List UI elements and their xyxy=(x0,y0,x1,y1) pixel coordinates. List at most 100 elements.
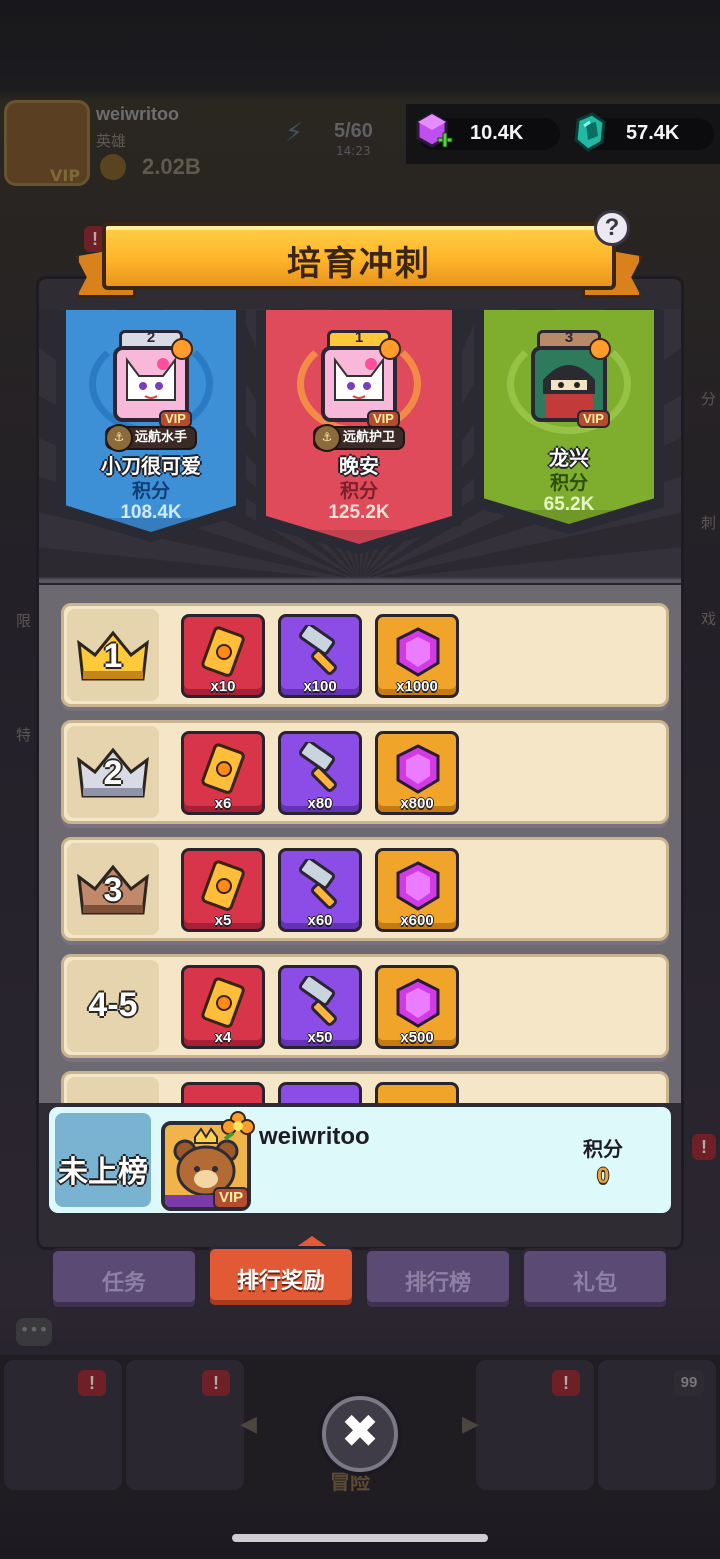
rank-cell: 3 xyxy=(67,843,159,935)
podium-score-value: 65.2K xyxy=(543,494,595,515)
reward-item-partial[interactable] xyxy=(181,1082,265,1103)
medal-icon: ⚓ xyxy=(104,424,133,452)
close-button[interactable]: ✖ xyxy=(322,1396,398,1472)
reward-row-rank-3: 3 x5 x60 x600 xyxy=(61,837,669,941)
gems-counter[interactable]: 10.4K xyxy=(416,112,560,150)
currency-bar: 10.4K 57.4K xyxy=(406,104,720,164)
podium-player-name: 晚安 xyxy=(339,454,379,478)
tab-1[interactable]: 任务 xyxy=(50,1248,198,1310)
vip-badge: VIP xyxy=(577,410,610,428)
crystals-value: 57.4K xyxy=(626,122,680,144)
crystals-counter[interactable]: 57.4K xyxy=(574,112,714,152)
tab-4[interactable]: 礼包 xyxy=(521,1248,669,1310)
side-label: 刺 xyxy=(700,514,716,532)
reward-item-partial[interactable] xyxy=(278,1082,362,1103)
background-player-name: weiwritoo xyxy=(96,104,180,124)
tab-label: 礼包 xyxy=(572,1271,617,1296)
panel-title: 培育冲刺 xyxy=(287,244,431,284)
crown-icon: 1 xyxy=(75,627,151,685)
crown-icon: 3 xyxy=(75,861,151,919)
podium-divider xyxy=(39,577,681,585)
rank-range: 4-5 xyxy=(88,986,138,1024)
reward-hammer-item[interactable]: x60 xyxy=(278,848,362,932)
background-energy: 5/60 xyxy=(334,120,373,142)
medal-icon: ⚓ xyxy=(312,424,341,452)
reward-gem-item[interactable]: x1000 xyxy=(375,614,459,698)
gems-value: 10.4K xyxy=(470,122,524,144)
reward-ticket-item[interactable]: x6 xyxy=(181,731,265,815)
flower-icon xyxy=(379,338,401,360)
my-rank-box: 未上榜 xyxy=(55,1113,151,1207)
alert-badge: ! xyxy=(202,1370,230,1396)
banner-plate: 培育冲刺 xyxy=(102,222,616,290)
item-quantity: x80 xyxy=(307,795,333,812)
item-quantity: x60 xyxy=(307,912,333,929)
flower-icon xyxy=(171,338,193,360)
reward-ticket-item[interactable]: x10 xyxy=(181,614,265,698)
close-icon: ✖ xyxy=(340,1404,380,1458)
podium-flag-rank-1[interactable]: 1 VIP ⚓ 远航护卫 晚安 积分 125.2K xyxy=(256,310,462,554)
podium-player-name: 小刀很可爱 xyxy=(101,454,201,478)
side-label: 分 xyxy=(700,390,716,408)
reward-ticket-item[interactable]: x5 xyxy=(181,848,265,932)
title-banner: 培育冲刺 xyxy=(76,222,642,306)
side-label: 戏 xyxy=(700,610,716,628)
player-title-tag: ⚓ 远航水手 xyxy=(104,424,198,452)
my-score-label: 积分 xyxy=(583,1137,623,1161)
rewards-list[interactable]: 1 x10 x100 x1000 2 x6 x80 x800 3 x5 x60 x600 4-5 x4 x5… xyxy=(39,585,681,1103)
alert-badge: ! xyxy=(78,1370,106,1396)
reward-ticket-item[interactable]: x4 xyxy=(181,965,265,1049)
reward-hammer-item[interactable]: x100 xyxy=(278,614,362,698)
reward-hammer-item[interactable]: x80 xyxy=(278,731,362,815)
reward-row-partial xyxy=(61,1071,669,1103)
lightning-icon: ⚡ xyxy=(285,118,304,148)
tab-3[interactable]: 排行榜 xyxy=(364,1248,512,1310)
tab-bar: 任务 排行奖励 排行榜 礼包 xyxy=(36,1234,684,1314)
podium-flag-rank-3[interactable]: 3 VIP 龙兴 积分 65.2K xyxy=(474,310,664,534)
item-quantity: x100 xyxy=(303,678,337,695)
item-quantity: x5 xyxy=(214,912,232,929)
count-badge: 99 xyxy=(674,1370,704,1396)
player-title-tag: ⚓ 远航护卫 xyxy=(312,424,406,452)
podium-player-name: 龙兴 xyxy=(549,446,589,470)
podium-score-label: 积分 xyxy=(549,472,588,494)
help-button[interactable]: ? xyxy=(594,210,630,246)
tab-label: 任务 xyxy=(101,1271,146,1296)
side-label: 特 xyxy=(16,726,32,744)
my-player-name: weiwritoo xyxy=(259,1123,370,1150)
reward-gem-item[interactable]: x800 xyxy=(375,731,459,815)
my-vip-badge: VIP xyxy=(213,1187,250,1209)
alert-badge: ! xyxy=(552,1370,580,1396)
home-indicator[interactable] xyxy=(232,1534,488,1542)
podium-score-value: 125.2K xyxy=(328,502,390,523)
rank-number: 2 xyxy=(103,754,123,792)
reward-item-partial[interactable] xyxy=(375,1082,459,1103)
rank-number: 1 xyxy=(103,637,123,675)
chat-icon: ••• xyxy=(16,1318,52,1346)
reward-row-rank-1: 1 x10 x100 x1000 xyxy=(61,603,669,707)
reward-gem-item[interactable]: x500 xyxy=(375,965,459,1049)
game-screen: VIP weiwritoo 英雄 2.02B ⚡ 5/60 14:23 限 特 … xyxy=(0,0,720,1559)
player-title-text: 远航水手 xyxy=(134,430,188,445)
tab-label: 排行榜 xyxy=(404,1271,471,1296)
power-icon xyxy=(100,154,126,180)
item-quantity: x600 xyxy=(400,912,434,929)
side-label: 限 xyxy=(16,612,32,630)
podium-flag-rank-2[interactable]: 2 VIP ⚓ 远航水手 小刀很可爱 积分 108.4K xyxy=(56,310,246,542)
rank-number: 3 xyxy=(103,871,123,909)
item-quantity: x6 xyxy=(214,795,232,812)
item-quantity: x50 xyxy=(307,1029,333,1046)
rank-cell: 2 xyxy=(67,726,159,818)
podium-score-value: 108.4K xyxy=(120,502,182,523)
crown-icon: 2 xyxy=(75,744,151,802)
reward-hammer-item[interactable]: x50 xyxy=(278,965,362,1049)
arrow-right-icon: ▶ xyxy=(462,1412,479,1437)
item-quantity: x4 xyxy=(214,1029,232,1046)
my-rank-status: 未上榜 xyxy=(58,1155,148,1190)
reward-gem-item[interactable]: x600 xyxy=(375,848,459,932)
rank-cell: 4-5 xyxy=(67,960,159,1052)
background-energy-timer: 14:23 xyxy=(336,144,371,158)
background-power: 2.02B xyxy=(142,154,201,179)
item-quantity: x10 xyxy=(210,678,236,695)
tab-2[interactable]: 排行奖励 xyxy=(207,1246,355,1308)
